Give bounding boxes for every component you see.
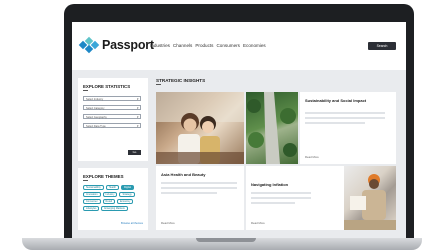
nav-item-channels[interactable]: Channels — [173, 43, 192, 48]
site-header: Passport Industries Channels Products Co… — [72, 22, 406, 70]
text-placeholder — [305, 122, 365, 125]
road-aerial-photo[interactable] — [246, 92, 298, 164]
theme-chip[interactable]: Sustainability — [83, 185, 104, 190]
worker-photo[interactable] — [344, 166, 396, 230]
family-photo[interactable] — [156, 92, 244, 164]
text-placeholder — [161, 192, 217, 195]
explore-statistics-panel: EXPLORE STATISTICS Select Industry ▾ Sele… — [78, 78, 148, 161]
text-placeholder — [305, 117, 385, 120]
insight-card[interactable]: Asia Health and Beauty Read More — [156, 166, 244, 230]
geography-select[interactable]: Select Geography ▾ — [83, 114, 141, 119]
theme-chip[interactable]: Health — [105, 185, 119, 190]
chevron-down-icon: ▾ — [136, 106, 139, 110]
panel-title: EXPLORE STATISTICS — [83, 84, 131, 89]
chevron-down-icon: ▾ — [136, 115, 139, 119]
title-underline — [83, 180, 88, 182]
theme-chip[interactable]: Retail — [102, 199, 115, 204]
theme-chip[interactable]: Emerging Markets — [101, 206, 128, 211]
text-placeholder — [251, 197, 311, 200]
nav-item-consumers[interactable]: Consumers — [216, 43, 240, 48]
theme-chips: Sustainability Health Digital Innovation… — [83, 185, 145, 211]
card-title[interactable]: Navigating Inflation — [251, 182, 288, 187]
browse-themes-link[interactable]: Browse all themes — [121, 222, 143, 225]
nav-item-products[interactable]: Products — [195, 43, 213, 48]
text-placeholder — [305, 112, 385, 115]
read-more-link[interactable]: Read More — [251, 221, 265, 225]
theme-chip-active[interactable]: Digital — [120, 185, 134, 190]
text-placeholder — [251, 202, 295, 205]
theme-chip[interactable]: Innovation — [83, 192, 101, 197]
theme-chip[interactable]: Lifestyles — [83, 206, 100, 211]
insight-card[interactable]: Sustainability and Social Impact Read Mo… — [300, 92, 396, 164]
title-underline — [156, 84, 161, 86]
chevron-down-icon: ▾ — [136, 97, 139, 101]
data-type-select[interactable]: Select Data Type ▾ — [83, 123, 141, 128]
main-nav: Industries Channels Products Consumers E… — [150, 43, 266, 48]
search-button[interactable]: Search — [368, 42, 396, 50]
passport-logo-icon[interactable] — [78, 36, 100, 56]
explore-themes-panel: EXPLORE THEMES Sustainability Health Dig… — [78, 168, 148, 230]
chevron-down-icon: ▾ — [136, 124, 139, 128]
text-placeholder — [161, 187, 237, 190]
text-placeholder — [161, 182, 237, 185]
theme-chip[interactable]: Consumer — [83, 199, 101, 204]
theme-chip[interactable]: Strategy — [119, 192, 135, 197]
laptop-notch — [196, 238, 256, 242]
panel-title: EXPLORE THEMES — [83, 174, 124, 179]
theme-chip[interactable]: Industry — [102, 192, 118, 197]
laptop-screen: Passport Industries Channels Products Co… — [72, 22, 406, 238]
read-more-link[interactable]: Read More — [161, 221, 175, 225]
nav-item-industries[interactable]: Industries — [150, 43, 170, 48]
insight-card[interactable]: Navigating Inflation Read More — [246, 166, 344, 230]
card-title[interactable]: Sustainability and Social Impact — [305, 98, 366, 103]
industry-select[interactable]: Select Industry ▾ — [83, 96, 141, 101]
section-title: STRATEGIC INSIGHTS — [156, 78, 206, 83]
title-underline — [83, 90, 88, 92]
brand-name[interactable]: Passport — [102, 38, 154, 52]
nav-item-economies[interactable]: Economies — [243, 43, 266, 48]
category-select[interactable]: Select Category ▾ — [83, 105, 141, 110]
card-title[interactable]: Asia Health and Beauty — [161, 172, 205, 177]
read-more-link[interactable]: Read More — [305, 155, 319, 159]
go-button[interactable]: Go — [128, 150, 141, 155]
text-placeholder — [251, 192, 311, 195]
theme-chip[interactable]: Economy — [116, 199, 134, 204]
